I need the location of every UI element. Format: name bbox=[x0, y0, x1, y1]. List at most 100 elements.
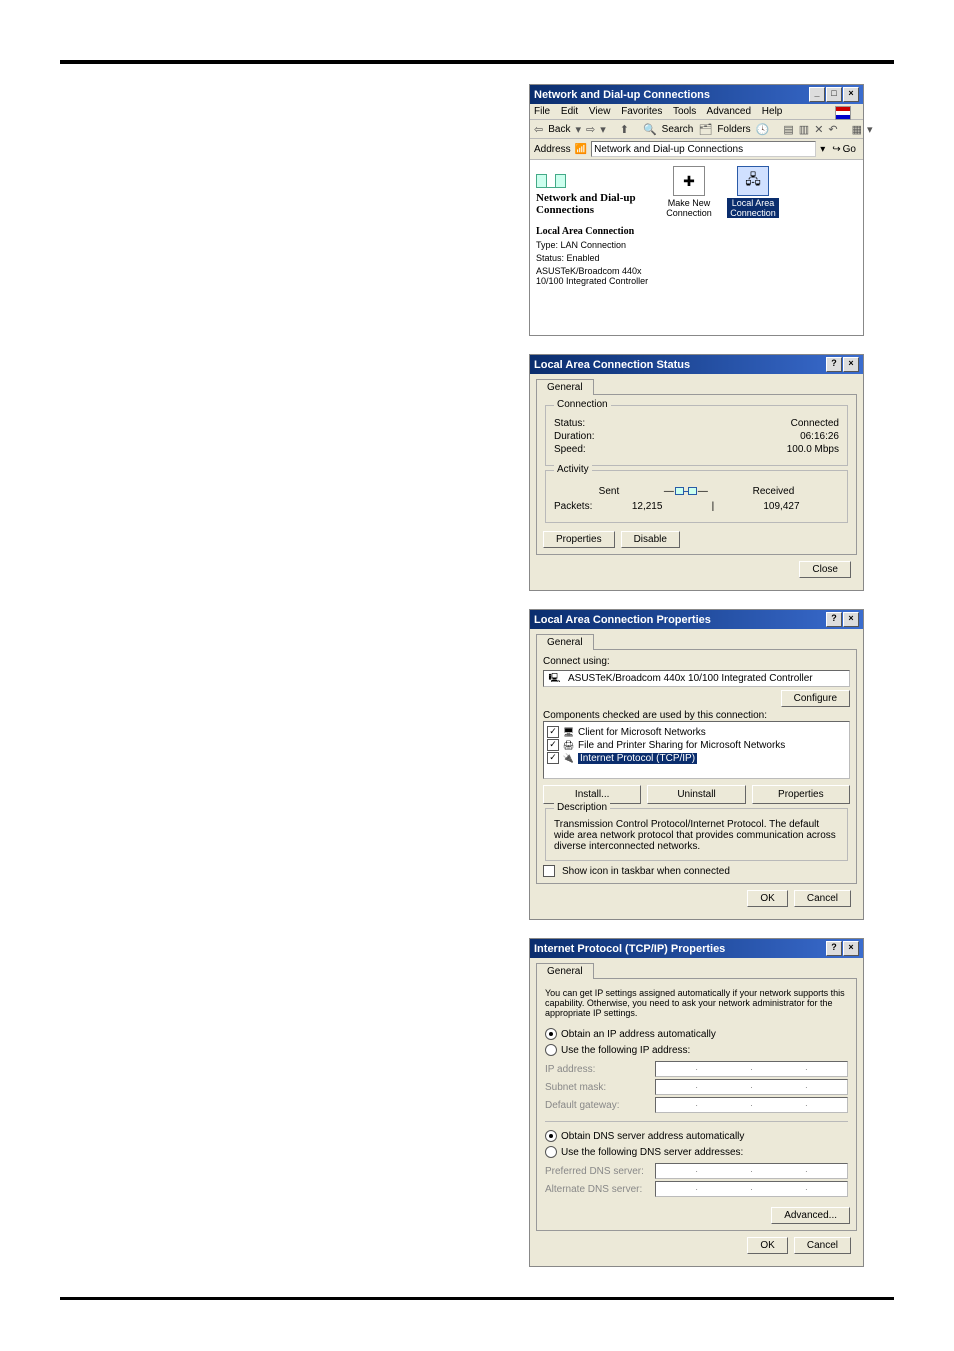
cancel-button[interactable]: Cancel bbox=[794, 1237, 851, 1254]
radio-use-dns[interactable]: Use the following DNS server addresses: bbox=[545, 1146, 743, 1158]
checkbox-unchecked-icon[interactable] bbox=[543, 865, 555, 877]
disable-button[interactable]: Disable bbox=[621, 531, 680, 548]
checkbox-checked-icon[interactable]: ✓ bbox=[547, 752, 559, 764]
help-button[interactable]: ? bbox=[826, 941, 842, 956]
go-icon: ↪ bbox=[832, 144, 840, 155]
subnet-mask-label: Subnet mask: bbox=[545, 1082, 655, 1093]
properties-button[interactable]: Properties bbox=[752, 785, 850, 804]
close-button[interactable]: × bbox=[843, 357, 859, 372]
checkbox-checked-icon[interactable]: ✓ bbox=[547, 739, 559, 751]
tcpip-window: Internet Protocol (TCP/IP) Properties ? … bbox=[529, 938, 864, 1267]
component-label: File and Printer Sharing for Microsoft N… bbox=[578, 740, 785, 751]
address-dropdown-icon[interactable]: ▾ bbox=[820, 144, 825, 155]
forward-icon[interactable]: ⇨ bbox=[586, 123, 595, 136]
advanced-button[interactable]: Advanced... bbox=[771, 1207, 850, 1224]
close-button[interactable]: × bbox=[843, 87, 859, 102]
properties-button[interactable]: Properties bbox=[543, 531, 615, 548]
uninstall-button[interactable]: Uninstall bbox=[647, 785, 745, 804]
menu-help[interactable]: Help bbox=[762, 106, 783, 117]
preferred-dns-label: Preferred DNS server: bbox=[545, 1166, 655, 1177]
preferred-dns-input[interactable]: ... bbox=[655, 1163, 848, 1179]
leftpane-type: Type: LAN Connection bbox=[536, 240, 651, 250]
address-input[interactable] bbox=[591, 141, 816, 157]
alternate-dns-input[interactable]: ... bbox=[655, 1181, 848, 1197]
move-to-icon[interactable]: ▤ bbox=[783, 123, 793, 136]
copy-to-icon[interactable]: ▥ bbox=[799, 123, 809, 136]
menu-view[interactable]: View bbox=[589, 106, 611, 117]
description-text: Transmission Control Protocol/Internet P… bbox=[554, 819, 839, 852]
configure-button[interactable]: Configure bbox=[781, 690, 850, 707]
windows-flag-icon bbox=[835, 106, 851, 120]
help-button[interactable]: ? bbox=[826, 357, 842, 372]
back-icon[interactable]: ⇦ bbox=[534, 123, 543, 136]
local-area-connection-icon[interactable]: 🖧 Local Area Connection bbox=[727, 166, 779, 218]
top-rule bbox=[60, 60, 894, 64]
menu-file[interactable]: File bbox=[534, 106, 550, 117]
leftpane-adapter: ASUSTeK/Broadcom 440x 10/100 Integrated … bbox=[536, 266, 651, 286]
components-listbox[interactable]: ✓ 🖥 Client for Microsoft Networks ✓ 🖨 Fi… bbox=[543, 721, 850, 779]
adapter-value: ASUSTeK/Broadcom 440x 10/100 Integrated … bbox=[568, 673, 813, 684]
cancel-button[interactable]: Cancel bbox=[794, 890, 851, 907]
checkbox-checked-icon[interactable]: ✓ bbox=[547, 726, 559, 738]
bottom-rule bbox=[60, 1297, 894, 1300]
menu-edit[interactable]: Edit bbox=[561, 106, 578, 117]
speed-value: 100.0 Mbps bbox=[787, 444, 839, 455]
list-item: ✓ 🖨 File and Printer Sharing for Microso… bbox=[547, 739, 846, 751]
tcpip-title: Internet Protocol (TCP/IP) Properties bbox=[534, 943, 725, 955]
list-item: ✓ 🖥 Client for Microsoft Networks bbox=[547, 726, 846, 738]
tab-general[interactable]: General bbox=[536, 963, 594, 979]
history-icon[interactable]: 🕓 bbox=[756, 123, 770, 136]
menu-bar: File Edit View Favorites Tools Advanced … bbox=[530, 104, 863, 120]
close-button[interactable]: Close bbox=[799, 561, 851, 578]
folders-icon[interactable]: 🗂 bbox=[698, 123, 712, 136]
connect-using-label: Connect using: bbox=[543, 656, 850, 667]
help-button[interactable]: ? bbox=[826, 612, 842, 627]
subnet-mask-input[interactable]: ... bbox=[655, 1079, 848, 1095]
received-label: Received bbox=[753, 486, 795, 497]
tcpip-intro: You can get IP settings assigned automat… bbox=[545, 988, 848, 1018]
client-icon: 🖥 bbox=[562, 727, 575, 738]
component-label: Internet Protocol (TCP/IP) bbox=[578, 753, 697, 764]
menu-tools[interactable]: Tools bbox=[673, 106, 696, 117]
ip-address-input[interactable]: ... bbox=[655, 1061, 848, 1077]
search-label[interactable]: Search bbox=[662, 124, 694, 135]
close-button[interactable]: × bbox=[843, 612, 859, 627]
radio-use-ip[interactable]: Use the following IP address: bbox=[545, 1044, 690, 1056]
status-label: Status: bbox=[554, 418, 585, 429]
ok-button[interactable]: OK bbox=[747, 890, 787, 907]
menu-favorites[interactable]: Favorites bbox=[621, 106, 662, 117]
group-activity-legend: Activity bbox=[554, 464, 592, 475]
explorer-title: Network and Dial-up Connections bbox=[534, 89, 710, 101]
make-new-connection-icon[interactable]: ✚ Make New Connection bbox=[663, 166, 715, 218]
tab-general[interactable]: General bbox=[536, 379, 594, 395]
delete-icon[interactable]: ✕ bbox=[814, 123, 823, 136]
leftpane-section: Local Area Connection bbox=[536, 226, 651, 237]
explorer-titlebar: Network and Dial-up Connections _ □ × bbox=[530, 85, 863, 104]
tcpip-titlebar: Internet Protocol (TCP/IP) Properties ? … bbox=[530, 939, 863, 958]
packets-label: Packets: bbox=[554, 501, 592, 512]
back-label[interactable]: Back bbox=[548, 124, 570, 135]
leftpane-heading: Network and Dial-up Connections bbox=[536, 192, 651, 216]
make-new-connection-label: Make New Connection bbox=[663, 198, 715, 218]
folders-label[interactable]: Folders bbox=[717, 124, 750, 135]
menu-advanced[interactable]: Advanced bbox=[707, 106, 751, 117]
close-button[interactable]: × bbox=[843, 941, 859, 956]
search-icon[interactable]: 🔍 bbox=[643, 123, 657, 136]
up-icon[interactable]: ⬆ bbox=[620, 123, 629, 136]
undo-icon[interactable]: ↶ bbox=[828, 123, 837, 136]
radio-obtain-dns[interactable]: Obtain DNS server address automatically bbox=[545, 1130, 744, 1142]
radio-obtain-ip[interactable]: Obtain an IP address automatically bbox=[545, 1028, 716, 1040]
default-gateway-input[interactable]: ... bbox=[655, 1097, 848, 1113]
show-icon-label: Show icon in taskbar when connected bbox=[562, 866, 730, 877]
views-icon[interactable]: ▦ bbox=[852, 123, 862, 136]
tab-general[interactable]: General bbox=[536, 634, 594, 650]
packets-sent: 12,215 bbox=[632, 501, 663, 512]
minimize-button[interactable]: _ bbox=[809, 87, 825, 102]
address-label: Address bbox=[534, 144, 571, 155]
go-button[interactable]: ↪ Go bbox=[829, 144, 859, 155]
explorer-window: Network and Dial-up Connections _ □ × Fi… bbox=[529, 84, 864, 336]
component-label: Client for Microsoft Networks bbox=[578, 727, 706, 738]
service-icon: 🖨 bbox=[562, 740, 575, 751]
maximize-button[interactable]: □ bbox=[826, 87, 842, 102]
ok-button[interactable]: OK bbox=[747, 1237, 787, 1254]
